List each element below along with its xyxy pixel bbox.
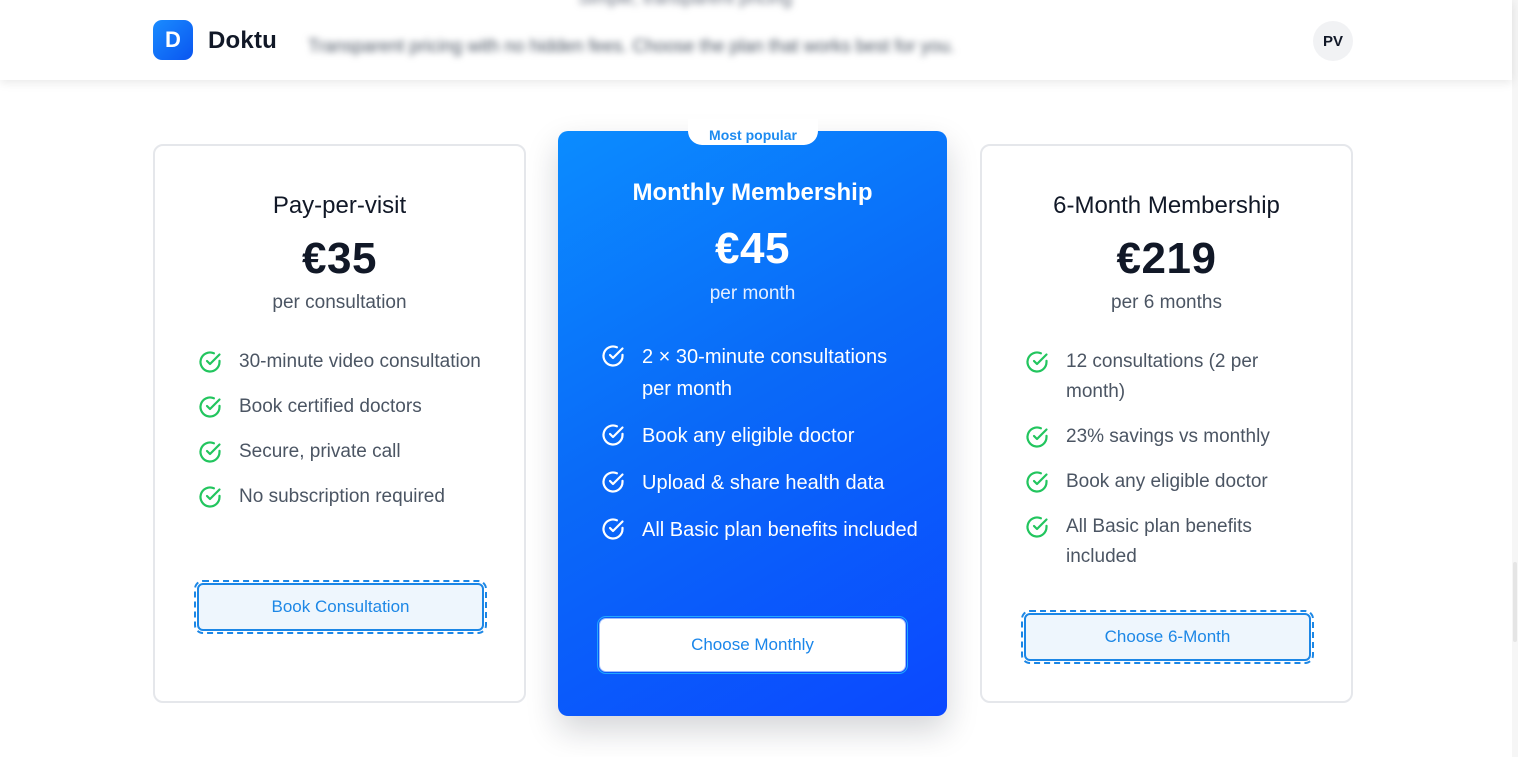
user-avatar[interactable]: PV <box>1313 21 1353 61</box>
feature-list: 30-minute video consultation Book certif… <box>197 347 497 512</box>
feature-item: Book certified doctors <box>197 392 497 422</box>
plan-period: per 6 months <box>1111 292 1222 313</box>
logo-icon[interactable]: D <box>153 20 193 60</box>
feature-text: 30-minute video consultation <box>239 351 481 372</box>
feature-item: 12 consultations (2 per month) <box>1024 347 1299 407</box>
blurred-heading: Simple, transparent pricing <box>578 0 792 9</box>
choose-6-month-button[interactable]: Choose 6-Month <box>1021 610 1314 664</box>
check-circle-icon <box>602 424 624 446</box>
feature-text: Book certified doctors <box>239 396 422 417</box>
feature-text: 2 × 30-minute consultations per month <box>642 346 888 400</box>
blurred-subtitle: Transparent pricing with no hidden fees.… <box>308 36 955 56</box>
plan-period: per consultation <box>272 292 407 313</box>
feature-text: All Basic plan benefits included <box>642 519 918 541</box>
plan-price: €35 <box>302 234 377 283</box>
feature-text: Upload & share health data <box>642 472 885 494</box>
check-circle-icon <box>199 396 221 418</box>
plan-title: Monthly Membership <box>632 179 873 206</box>
feature-item: No subscription required <box>197 482 497 512</box>
feature-item: Book any eligible doctor <box>600 420 920 452</box>
plan-period: per month <box>709 283 796 304</box>
plan-price: €219 <box>1116 234 1217 283</box>
app-name[interactable]: Doktu <box>208 27 277 55</box>
badge-label: Most popular <box>709 127 797 143</box>
feature-item: All Basic plan benefits included <box>600 514 920 546</box>
choose-monthly-button[interactable]: Choose Monthly <box>597 616 908 674</box>
check-circle-icon <box>602 345 624 367</box>
page-scrollbar[interactable] <box>1512 0 1518 757</box>
scrollbar-thumb[interactable] <box>1513 562 1517 642</box>
book-consultation-button[interactable]: Book Consultation <box>194 580 487 634</box>
most-popular-badge: Most popular <box>688 119 818 145</box>
feature-text: 12 consultations (2 per month) <box>1066 351 1259 402</box>
check-circle-icon <box>602 471 624 493</box>
feature-item: 30-minute video consultation <box>197 347 497 377</box>
feature-item: 23% savings vs monthly <box>1024 422 1299 452</box>
check-circle-icon <box>1026 516 1048 538</box>
check-circle-icon <box>199 351 221 373</box>
check-circle-icon <box>1026 471 1048 493</box>
feature-item: Secure, private call <box>197 437 497 467</box>
check-circle-icon <box>199 441 221 463</box>
plan-card-pay-per-visit: Pay-per-visit €35 per consultation 30-mi… <box>153 144 526 703</box>
plan-title: 6-Month Membership <box>1053 192 1280 219</box>
feature-text: 23% savings vs monthly <box>1066 426 1270 447</box>
check-circle-icon <box>1026 351 1048 373</box>
feature-text: Book any eligible doctor <box>642 425 855 447</box>
top-header: D Doktu Simple, transparent pricing Tran… <box>0 0 1512 80</box>
feature-text: Book any eligible doctor <box>1066 471 1268 492</box>
feature-list: 12 consultations (2 per month) 23% savin… <box>1024 347 1299 572</box>
feature-text: No subscription required <box>239 486 445 507</box>
check-circle-icon <box>1026 426 1048 448</box>
check-circle-icon <box>602 518 624 540</box>
plan-card-monthly: Most popular Monthly Membership €45 per … <box>558 119 947 716</box>
plan-title: Pay-per-visit <box>272 192 407 219</box>
check-circle-icon <box>199 486 221 508</box>
feature-item: 2 × 30-minute consultations per month <box>600 341 920 405</box>
feature-item: Upload & share health data <box>600 467 920 499</box>
feature-item: Book any eligible doctor <box>1024 467 1299 497</box>
feature-text: All Basic plan benefits included <box>1066 516 1252 567</box>
feature-list: 2 × 30-minute consultations per month Bo… <box>600 341 920 546</box>
plan-price: €45 <box>715 224 790 273</box>
feature-text: Secure, private call <box>239 441 401 462</box>
plan-card-6-month: 6-Month Membership €219 per 6 months 12 … <box>980 144 1353 703</box>
feature-item: All Basic plan benefits included <box>1024 512 1299 572</box>
